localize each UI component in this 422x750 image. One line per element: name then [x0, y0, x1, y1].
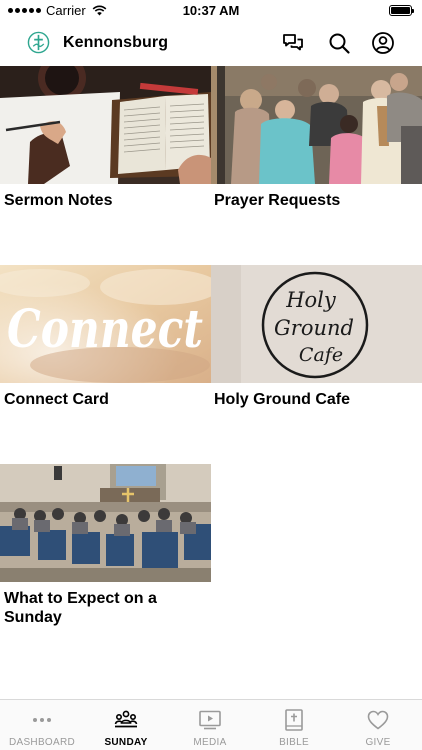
tab-give[interactable]: GIVE: [336, 700, 420, 750]
what-to-expect-image: [0, 464, 211, 582]
header: Kennonsburg: [0, 22, 422, 66]
people-group-icon: [114, 710, 138, 728]
tab-sunday[interactable]: SUNDAY: [84, 700, 168, 750]
more-dots-icon: [33, 718, 51, 722]
tile-connect-card[interactable]: Connect Connect Card: [0, 265, 211, 465]
play-screen-icon: [199, 710, 221, 730]
tile-title: Connect Card: [4, 391, 109, 408]
tab-label: GIVE: [365, 737, 391, 748]
tab-media[interactable]: MEDIA: [168, 700, 252, 750]
tab-label: BIBLE: [279, 737, 309, 748]
chat-icon[interactable]: [281, 31, 305, 55]
tile-prayer-requests[interactable]: Prayer Requests: [211, 66, 422, 266]
battery-icon: [389, 5, 414, 16]
tile-what-to-expect[interactable]: What to Expect on a Sunday: [0, 464, 211, 664]
tab-label: DASHBOARD: [8, 737, 76, 748]
heart-icon: [367, 710, 389, 730]
connect-card-image: Connect: [0, 265, 211, 383]
church-logo-icon[interactable]: [27, 31, 50, 54]
status-bar: Carrier 10:37 AM: [0, 0, 422, 22]
cafe-sign-line-3: Cafe: [299, 344, 343, 366]
search-icon[interactable]: [327, 31, 351, 55]
tab-bible[interactable]: BIBLE: [252, 700, 336, 750]
tile-title: Holy Ground Cafe: [214, 391, 351, 408]
prayer-requests-image: [211, 66, 422, 184]
tile-title: What to Expect on a Sunday: [4, 590, 157, 626]
page-title: Kennonsburg: [63, 34, 169, 51]
tile-title: Sermon Notes: [4, 192, 113, 209]
tile-title: Prayer Requests: [214, 192, 341, 209]
status-time: 10:37 AM: [182, 3, 240, 18]
cafe-sign-line-2: Ground: [274, 316, 354, 340]
tab-label: MEDIA: [193, 737, 227, 748]
profile-icon[interactable]: [371, 31, 395, 55]
tile-holy-ground-cafe[interactable]: Holy Ground Cafe Holy Ground Cafe: [211, 265, 422, 465]
sermon-notes-image: [0, 66, 211, 184]
cafe-sign-line-1: Holy: [285, 288, 337, 312]
connect-script-text: Connect: [7, 299, 203, 360]
holy-ground-cafe-image: Holy Ground Cafe: [211, 265, 422, 383]
tab-bar: DASHBOARD SUNDAY MEDIA BIBLE GIVE: [0, 699, 422, 750]
tab-dashboard[interactable]: DASHBOARD: [0, 700, 84, 750]
bible-book-icon: [285, 709, 303, 731]
tab-label: SUNDAY: [104, 737, 148, 748]
tile-sermon-notes[interactable]: Sermon Notes: [0, 66, 211, 266]
